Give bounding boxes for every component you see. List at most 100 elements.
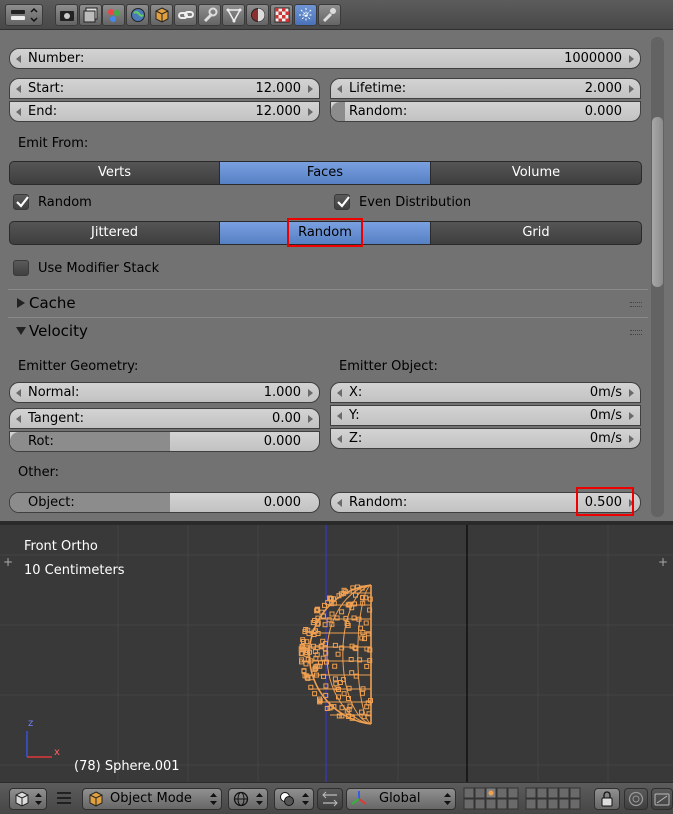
manipulator-toggle[interactable] (317, 788, 343, 810)
velocity-panel-header[interactable]: Velocity (8, 317, 648, 345)
material-tab[interactable] (246, 4, 269, 26)
increment-arrow-icon[interactable] (308, 389, 313, 397)
cache-panel-header[interactable]: Cache (8, 289, 648, 317)
shading-sphere-icon (233, 791, 249, 807)
increment-arrow-icon[interactable] (308, 415, 313, 423)
physics-tab[interactable] (318, 4, 341, 26)
layer-button[interactable] (558, 787, 570, 799)
decrement-arrow-icon[interactable] (16, 108, 21, 116)
use-modifier-stack-label[interactable]: Use Modifier Stack (38, 261, 159, 276)
layer-button[interactable] (463, 798, 475, 810)
layer-button[interactable] (547, 798, 559, 810)
pivot-point-dropdown[interactable] (274, 788, 314, 810)
proportional-edit-button[interactable] (624, 788, 648, 810)
rot-slider[interactable]: Rot: 0.000 (9, 431, 320, 452)
number-field[interactable]: Number: 1000000 (9, 48, 641, 69)
decrement-arrow-icon[interactable] (337, 85, 342, 93)
increment-arrow-icon[interactable] (629, 435, 634, 443)
object-tab[interactable] (150, 4, 173, 26)
particles-tab[interactable] (294, 4, 317, 26)
distribution-grid-button[interactable]: Grid (430, 221, 642, 245)
decrement-arrow-icon[interactable] (16, 389, 21, 397)
distribution-random-button[interactable]: Random (219, 221, 431, 245)
velocity-z-field[interactable]: Z: 0m/s (330, 428, 641, 449)
layer-button[interactable] (547, 787, 559, 799)
editor-type-button[interactable] (9, 788, 47, 810)
render-tab[interactable] (55, 4, 78, 26)
layer-button[interactable] (569, 787, 581, 799)
velocity-random-field[interactable]: Random: 0.500 (330, 492, 641, 513)
toolbar-expand-icon[interactable]: + (2, 556, 14, 568)
layer-button[interactable] (569, 798, 581, 810)
menu-icon[interactable] (57, 792, 71, 804)
emit-from-volume-button[interactable]: Volume (430, 161, 642, 185)
editor-type-button[interactable] (5, 4, 43, 26)
normal-field[interactable]: Normal: 1.000 (9, 382, 320, 403)
data-tab[interactable] (222, 4, 245, 26)
decrement-arrow-icon[interactable] (337, 412, 342, 420)
layer-button[interactable] (496, 798, 508, 810)
decrement-arrow-icon[interactable] (337, 389, 342, 397)
drag-grip-icon[interactable] (630, 330, 642, 335)
object-slider[interactable]: Object: 0.000 (9, 492, 320, 513)
particles-properties-panel: Number: 1000000 Start: 12.000 End: 12.00… (0, 31, 673, 521)
layer-button[interactable] (507, 798, 519, 810)
properties-scrollbar[interactable] (651, 37, 664, 517)
velocity-y-label: Y: (349, 408, 360, 423)
properties-expand-icon[interactable]: + (657, 556, 669, 568)
layer-button[interactable] (507, 787, 519, 799)
velocity-y-field[interactable]: Y: 0m/s (330, 405, 641, 426)
texture-tab[interactable] (270, 4, 293, 26)
emit-from-faces-button[interactable]: Faces (219, 161, 431, 185)
layer-button[interactable] (525, 787, 537, 799)
layer-button[interactable] (536, 787, 548, 799)
end-field[interactable]: End: 12.000 (9, 101, 320, 122)
scrollbar-thumb[interactable] (652, 117, 663, 287)
random-checkbox[interactable] (13, 194, 29, 210)
constraints-tab[interactable] (174, 4, 197, 26)
increment-arrow-icon[interactable] (629, 389, 634, 397)
increment-arrow-icon[interactable] (629, 499, 634, 507)
layer-button[interactable] (536, 798, 548, 810)
emit-from-verts-button[interactable]: Verts (9, 161, 220, 185)
viewport-shading-dropdown[interactable] (228, 788, 268, 810)
render-preview-button[interactable] (651, 788, 673, 810)
transform-orientation-dropdown[interactable]: Global (346, 788, 456, 810)
random-checkbox-label[interactable]: Random (38, 195, 92, 210)
layer-button[interactable] (474, 798, 486, 810)
decrement-arrow-icon[interactable] (16, 55, 21, 63)
decrement-arrow-icon[interactable] (16, 85, 21, 93)
layer-button[interactable] (474, 787, 486, 799)
layer-button[interactable] (485, 798, 497, 810)
even-distribution-label[interactable]: Even Distribution (359, 195, 471, 210)
increment-arrow-icon[interactable] (308, 108, 313, 116)
modifiers-tab[interactable] (198, 4, 221, 26)
use-modifier-stack-checkbox[interactable] (13, 260, 29, 276)
lifetime-field[interactable]: Lifetime: 2.000 (330, 78, 641, 99)
decrement-arrow-icon[interactable] (337, 435, 342, 443)
render-layers-tab[interactable] (79, 4, 102, 26)
tangent-field[interactable]: Tangent: 0.00 (9, 408, 320, 429)
layer-buttons[interactable] (463, 787, 587, 811)
world-tab[interactable] (126, 4, 149, 26)
scene-tab[interactable] (102, 4, 125, 26)
drag-grip-icon[interactable] (630, 302, 642, 307)
start-field[interactable]: Start: 12.000 (9, 78, 320, 99)
decrement-arrow-icon[interactable] (16, 415, 21, 423)
lifetime-random-slider[interactable]: Random: 0.000 (330, 101, 641, 122)
increment-arrow-icon[interactable] (629, 55, 634, 63)
layer-button[interactable] (558, 798, 570, 810)
velocity-x-field[interactable]: X: 0m/s (330, 382, 641, 403)
layer-button[interactable] (525, 798, 537, 810)
even-distribution-checkbox[interactable] (334, 194, 350, 210)
mode-dropdown[interactable]: Object Mode (82, 788, 222, 810)
increment-arrow-icon[interactable] (629, 85, 634, 93)
increment-arrow-icon[interactable] (308, 85, 313, 93)
layer-button[interactable] (496, 787, 508, 799)
decrement-arrow-icon[interactable] (337, 499, 342, 507)
3d-viewport[interactable]: Front Ortho 10 Centimeters (78) Sphere.0… (0, 525, 673, 782)
layer-button[interactable] (463, 787, 475, 799)
increment-arrow-icon[interactable] (629, 412, 634, 420)
distribution-jittered-button[interactable]: Jittered (9, 221, 220, 245)
lock-camera-button[interactable] (594, 788, 620, 810)
